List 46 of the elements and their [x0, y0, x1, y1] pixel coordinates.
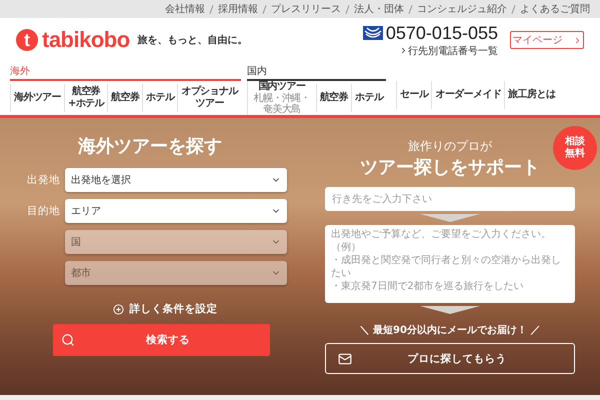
top-link[interactable]: 会社情報: [165, 2, 205, 16]
search-button[interactable]: 検索する: [52, 324, 270, 356]
mypage-button[interactable]: マイページ: [510, 31, 584, 49]
nav-item[interactable]: 海外ツアー: [10, 84, 64, 112]
nav-category-tab[interactable]: 国内: [246, 62, 386, 81]
top-link[interactable]: 法人・団体: [354, 2, 404, 16]
destination-input[interactable]: 行き先をご入力下さい: [325, 187, 575, 211]
nav-item[interactable]: 航空券: [107, 84, 142, 112]
nav-category-tab[interactable]: 海外: [10, 62, 241, 81]
down-arrow-icon: [420, 306, 480, 314]
request-textarea[interactable]: 出発地やご予算など、ご要望をご入力ください。 （例） ・成田発と関空発で同行者と別々の空港から出発したい ・東京発7日間で2都市を巡る旅行をしたい: [325, 225, 575, 303]
nav-item[interactable]: セール: [396, 81, 432, 109]
nav-item[interactable]: ホテル: [142, 84, 178, 112]
phone-number: 0570-015-055: [386, 22, 498, 44]
top-link[interactable]: よくあるご質問: [520, 2, 590, 16]
delivery-note: ＼ 最短90分以内にメールでお届け！ ／: [360, 324, 540, 337]
down-arrow-icon: [420, 214, 480, 222]
field-label: 出発地: [27, 173, 61, 187]
phone-logo-icon: [362, 26, 383, 40]
nav-item[interactable]: 航空券: [316, 84, 352, 112]
nav-item[interactable]: オプショナル ツアー: [177, 84, 241, 112]
mail-icon: [338, 352, 352, 366]
nav-item[interactable]: ホテル: [351, 84, 386, 112]
search-icon: [60, 333, 74, 347]
field-label: 目的地: [27, 204, 61, 218]
select-field[interactable]: 出発地を選択: [65, 168, 287, 192]
top-link[interactable]: コンシェルジュ紹介: [417, 2, 507, 16]
nav-item[interactable]: 航空券 +ホテル: [64, 84, 107, 112]
tagline: 旅を、もっと、自由に。: [138, 34, 248, 47]
select-field[interactable]: エリア: [65, 199, 287, 223]
chevron-right-icon: [399, 46, 408, 55]
top-link[interactable]: プレスリリース: [271, 2, 341, 16]
search-title: 海外ツアーを探す: [78, 135, 222, 158]
logo-mark[interactable]: t: [16, 29, 38, 51]
top-link[interactable]: 採用情報: [218, 2, 258, 16]
detail-conditions-link[interactable]: 詳しく条件を設定: [112, 302, 218, 316]
circle-plus-icon: [112, 304, 124, 314]
free-consult-badge: 相談 無料: [553, 126, 597, 170]
phone-list-link[interactable]: 行先別電話番号一覧: [399, 44, 498, 58]
consult-subtitle: 旅作りのプロが: [408, 138, 492, 155]
logo-text[interactable]: tabikobo: [42, 27, 130, 53]
nav-item[interactable]: 旅工房とは: [504, 81, 558, 109]
consult-title: ツアー探しをサポート: [360, 156, 540, 179]
request-pro-button[interactable]: プロに探してもらう: [325, 343, 575, 374]
nav-item[interactable]: 国内ツアー 札幌・沖縄・奄美大島: [246, 81, 316, 115]
nav-item[interactable]: オーダーメイド: [431, 81, 504, 109]
